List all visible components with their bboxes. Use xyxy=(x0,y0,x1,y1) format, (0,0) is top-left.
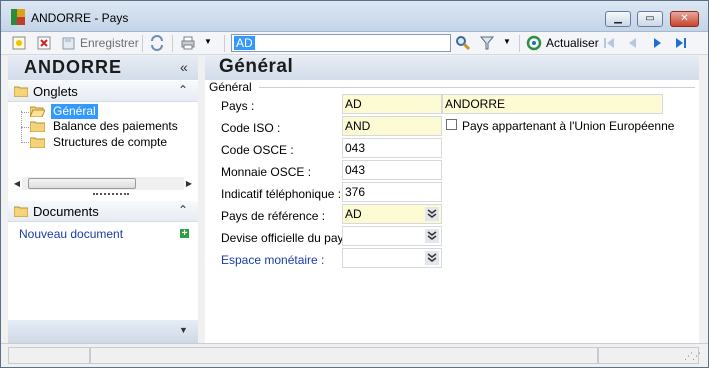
indicatif-label: Indicatif téléphonique : xyxy=(221,187,342,201)
onglets-label: Onglets xyxy=(33,84,78,99)
previous-record-icon[interactable] xyxy=(625,35,641,51)
tree-connector xyxy=(21,127,29,128)
filter-dropdown-icon[interactable]: ▼ xyxy=(503,37,511,54)
onglets-section-header[interactable]: Onglets ⌃ xyxy=(8,81,198,102)
last-record-icon[interactable] xyxy=(673,35,689,51)
window-title: ANDORRE - Pays xyxy=(31,11,129,25)
group-label: Général xyxy=(209,80,252,94)
tree-connector xyxy=(21,112,29,113)
search-icon[interactable] xyxy=(455,35,471,51)
status-bar: ⋰⋰ xyxy=(1,343,708,367)
folder-icon xyxy=(30,121,45,132)
first-record-icon[interactable] xyxy=(601,35,617,51)
close-icon: ✕ xyxy=(680,13,689,24)
minimize-icon: ▁ xyxy=(614,13,622,24)
collapse-pane-button[interactable]: « xyxy=(180,59,188,75)
print-icon[interactable] xyxy=(180,35,196,51)
pays-code-field[interactable]: AD xyxy=(342,94,442,114)
indicatif-field[interactable]: 376 xyxy=(342,182,442,202)
documents-section-header[interactable]: Documents ⌃ xyxy=(8,201,198,222)
toolbar-separator xyxy=(172,35,173,52)
detail-pane: Général Général Pays : AD ANDORRE Code I… xyxy=(205,56,699,343)
eu-checkbox[interactable] xyxy=(446,119,457,130)
maximize-button[interactable]: ▭ xyxy=(637,11,663,27)
maximize-icon: ▭ xyxy=(645,13,655,24)
monnaie-osce-field[interactable]: 043 xyxy=(342,160,442,180)
close-button[interactable]: ✕ xyxy=(670,11,699,27)
delete-icon[interactable] xyxy=(36,35,52,51)
scroll-thumb[interactable] xyxy=(28,178,136,189)
toolbar-separator xyxy=(519,35,520,52)
pays-ref-value: AD xyxy=(345,207,362,221)
code-osce-field[interactable]: 043 xyxy=(342,138,442,158)
save-icon[interactable] xyxy=(60,35,76,51)
tab-balance-label: Balance des paiements xyxy=(53,119,178,133)
title-bar: ANDORRE - Pays ▁ ▭ ✕ xyxy=(1,1,708,32)
new-document-link[interactable]: Nouveau document xyxy=(19,227,123,241)
espace-select[interactable] xyxy=(342,248,442,268)
horizontal-scrollbar[interactable]: ◀ ▶ xyxy=(12,177,194,190)
eu-checkbox-label: Pays appartenant à l'Union Européenne xyxy=(462,119,675,133)
folder-icon xyxy=(30,137,45,148)
record-title: ANDORRE xyxy=(24,57,123,77)
chevron-down-icon[interactable] xyxy=(425,251,439,265)
folder-icon xyxy=(14,86,28,97)
status-cell xyxy=(8,347,90,364)
next-record-icon[interactable] xyxy=(649,35,665,51)
chevron-down-icon[interactable] xyxy=(425,229,439,243)
devise-label: Devise officielle du pays : xyxy=(221,231,357,245)
section-title: Général xyxy=(219,56,294,77)
group-divider xyxy=(259,87,695,88)
new-record-icon[interactable] xyxy=(11,35,27,51)
code-iso-label: Code ISO : xyxy=(221,121,281,135)
pane-footer: ▼ xyxy=(8,320,198,343)
code-iso-field[interactable]: AND xyxy=(342,116,442,136)
status-cell xyxy=(90,347,598,364)
pays-name-field[interactable]: ANDORRE xyxy=(442,94,663,114)
save-button[interactable]: Enregistrer xyxy=(80,36,139,50)
search-input-value: AD xyxy=(234,36,255,50)
chevron-up-icon[interactable]: ⌃ xyxy=(178,83,188,97)
tab-structures-label: Structures de compte xyxy=(53,135,168,149)
code-osce-label: Code OSCE : xyxy=(221,143,294,157)
pays-ref-label: Pays de référence : xyxy=(221,209,326,223)
app-window: ANDORRE - Pays ▁ ▭ ✕ Enregistrer ▼ AD ▼ … xyxy=(0,0,709,368)
chevron-down-icon[interactable] xyxy=(425,207,439,221)
refresh-icon[interactable] xyxy=(526,35,542,51)
chevron-up-icon[interactable]: ⌃ xyxy=(178,203,188,217)
record-header: ANDORRE « xyxy=(8,56,198,80)
toolbar-separator xyxy=(224,35,225,52)
sync-icon[interactable] xyxy=(149,35,165,51)
app-logo-icon xyxy=(11,9,25,25)
toolbar-separator xyxy=(142,35,143,52)
pays-label: Pays : xyxy=(221,99,255,113)
navigation-pane: ANDORRE « Onglets ⌃ Général Balance des … xyxy=(8,56,198,343)
tree-connector xyxy=(21,142,29,143)
pays-ref-select[interactable]: AD xyxy=(342,204,442,224)
scroll-left-icon[interactable]: ◀ xyxy=(12,177,22,190)
print-dropdown-icon[interactable]: ▼ xyxy=(204,37,212,54)
refresh-button[interactable]: Actualiser xyxy=(546,36,599,50)
open-folder-icon xyxy=(30,106,45,117)
folder-icon xyxy=(14,206,28,217)
toolbar: Enregistrer ▼ AD ▼ Actualiser xyxy=(1,32,708,55)
espace-label[interactable]: Espace monétaire : xyxy=(221,253,324,267)
filter-icon[interactable] xyxy=(479,35,495,51)
splitter-grip[interactable] xyxy=(93,193,129,197)
scroll-right-icon[interactable]: ▶ xyxy=(184,177,194,190)
monnaie-osce-label: Monnaie OSCE : xyxy=(221,165,312,179)
minimize-button[interactable]: ▁ xyxy=(605,11,631,27)
search-input[interactable]: AD xyxy=(231,34,451,52)
section-header: Général xyxy=(205,56,699,80)
tab-general-label: Général xyxy=(51,104,98,119)
devise-select[interactable] xyxy=(342,226,442,246)
chevron-down-icon[interactable]: ▼ xyxy=(179,325,188,335)
documents-label: Documents xyxy=(33,204,99,219)
add-icon[interactable]: + xyxy=(180,229,189,239)
resize-grip-icon[interactable]: ⋰⋰ xyxy=(684,351,701,362)
